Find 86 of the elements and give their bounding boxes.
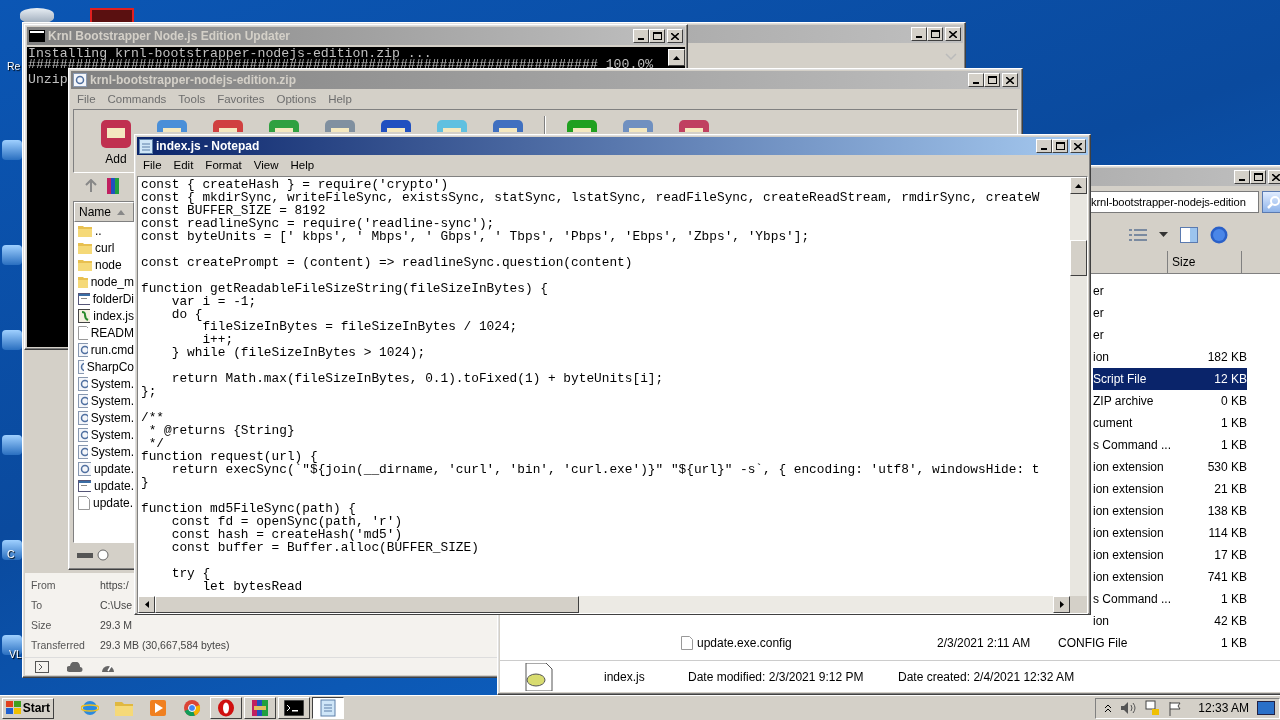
menu-item[interactable]: Commands [101, 93, 173, 105]
info-label: Size [31, 619, 53, 631]
file-size: 182 KB [1206, 349, 1247, 366]
menu-item[interactable]: File [137, 159, 168, 171]
file-size: 1 KB [1220, 635, 1247, 652]
file-type[interactable]: ion [1093, 346, 1188, 368]
window-title: krnl-bootstrapper-nodejs-edition.zip [90, 73, 296, 87]
file-type[interactable]: cument [1093, 412, 1188, 434]
file-type[interactable]: s Command ... [1093, 588, 1188, 610]
file-type[interactable]: Script File [1093, 368, 1188, 390]
archive-entry[interactable]: System. [74, 375, 134, 392]
archive-entry[interactable]: update. [74, 477, 134, 494]
file-type[interactable]: er [1093, 302, 1188, 324]
info-label: Transferred [31, 639, 86, 651]
console-line: ######################################################################## 100.0% [28, 59, 654, 70]
file-type[interactable]: ion extension [1093, 500, 1188, 522]
desktop-icon-label: Re [7, 60, 21, 72]
info-value: 29.3 MB (30,667,584 bytes) [100, 639, 230, 651]
file-type[interactable]: CONFIG File [1058, 632, 1188, 654]
console-line: Installing krnl-bootstrapper-nodejs-edition.zip ... [28, 49, 432, 60]
start-button[interactable]: Start [2, 697, 54, 719]
text-content[interactable]: const { createHash } = require('crypto') const { mkdirSync, writeFileSync, existsSync, statSync, lstatSync, readFileSync, createReadStream, rmdirSync, createW const BUFFER_SIZE = 8192 const readlineSync = require('readline-sync'); const byteUnits = [' kbps', ' Mbps', ' Gbps', ' Tbps', 'Pbps', 'Ebps', 'Zbps', 'Ybps']; const createPrompt = (content) => readlineSync.question(content) function getReadableFileSizeString(fileSizeInBytes) { var i = -1; do { fileSizeInBytes = fileSizeInBytes / 1024; i++; } while (fileSizeInBytes > 1024); return Math.max(fileSizeInBytes, 0.1).toFixed(1) + byteUnits[i]; }; /** * @returns {String} */ function request(url) { return execSync(`"${join(__dirname, 'curl', 'bin', 'curl.exe')}" "${url}" -s`, { encoding: 'utf8', windowsHide: t } function md5FileSync(path) { const fd = openSync(path, 'r') const hash = createHash('md5') const buffer = Buffer.alloc(BUFFER_SIZE) try { let bytesRead [138, 177, 1070, 596]
menu-item[interactable]: Help [284, 159, 321, 171]
address-field[interactable]: krnl-bootstrapper-nodejs-edition [1089, 191, 1259, 213]
menu-item[interactable]: Options [270, 93, 323, 105]
file-type[interactable]: ion [1093, 610, 1188, 632]
window-title: Krnl Bootstrapper Node.js Edition Updater [48, 29, 290, 43]
file-size: 1 KB [1220, 415, 1247, 432]
file-size: 21 KB [1213, 481, 1247, 498]
info-value: 29.3 M [100, 619, 133, 631]
archive-entry[interactable]: SharpCo [74, 358, 134, 375]
file-size: 138 KB [1206, 503, 1247, 520]
file-type[interactable]: s Command ... [1093, 434, 1188, 456]
archive-entry[interactable]: node_m [74, 273, 134, 290]
archive-entry[interactable]: curl [74, 239, 134, 256]
archive-entry[interactable]: index.js [74, 307, 134, 324]
file-size: 42 KB [1213, 613, 1247, 630]
file-size: 741 KB [1206, 569, 1247, 586]
file-type[interactable]: ZIP archive [1093, 390, 1188, 412]
menu-item[interactable]: Tools [172, 93, 212, 105]
menu-item[interactable]: Format [199, 159, 248, 171]
info-value: https:/ [100, 579, 129, 591]
file-size: 114 KB [1207, 525, 1247, 542]
column-header[interactable]: Size [1168, 251, 1242, 273]
info-label: From [31, 579, 57, 591]
date-modified: Date modified: 2/3/2021 9:12 PM [688, 669, 865, 684]
file-type[interactable]: ion extension [1093, 522, 1188, 544]
file-type[interactable]: ion extension [1093, 456, 1188, 478]
file-name: index.js [604, 669, 646, 684]
file-date: 2/3/2021 2:11 AM [937, 635, 1032, 652]
archive-entry[interactable]: READM [74, 324, 134, 341]
file-type[interactable]: er [1093, 324, 1188, 346]
file-type[interactable]: ion extension [1093, 544, 1188, 566]
archive-entry[interactable]: System. [74, 409, 134, 426]
file-size: 1 KB [1220, 591, 1247, 608]
archive-entry[interactable]: System. [74, 392, 134, 409]
info-value: C:\Use [100, 599, 133, 611]
menu-item[interactable]: Edit [167, 159, 200, 171]
file-size: 12 KB [1188, 368, 1247, 390]
clock[interactable]: 12:33 AM [1198, 701, 1249, 715]
archive-entry[interactable]: .. [74, 222, 134, 239]
info-label: To [31, 599, 44, 611]
file-type[interactable]: ion extension [1093, 566, 1188, 588]
archive-entry[interactable]: System. [74, 426, 134, 443]
file-type[interactable]: ion extension [1093, 478, 1188, 500]
name-header[interactable]: Name [74, 202, 134, 222]
file-name[interactable]: update.exe.config [681, 632, 937, 654]
file-size: 17 KB [1213, 547, 1247, 564]
archive-entry[interactable]: update. [74, 460, 134, 477]
archive-entry[interactable]: node [74, 256, 134, 273]
add-label[interactable]: Add [105, 152, 127, 166]
window-title: index.js - Notepad [156, 139, 260, 153]
file-size: 530 KB [1206, 459, 1247, 476]
archive-entry[interactable]: System. [74, 443, 134, 460]
file-type[interactable]: er [1093, 280, 1188, 302]
archive-entry[interactable]: update. [74, 494, 134, 511]
console-line: Unzip [28, 75, 68, 86]
archive-entry[interactable]: run.cmd [74, 341, 134, 358]
file-size: 1 KB [1220, 437, 1247, 454]
menu-item[interactable]: Favorites [211, 93, 271, 105]
date-created: Date created: 2/4/2021 12:32 AM [898, 669, 1076, 684]
archive-entry[interactable]: folderDi [74, 290, 134, 307]
desktop-icon-label: C [7, 548, 15, 560]
desktop-icon-label: VL [9, 648, 22, 660]
menu-item[interactable]: View [247, 159, 285, 171]
file-size: 0 KB [1220, 393, 1247, 410]
